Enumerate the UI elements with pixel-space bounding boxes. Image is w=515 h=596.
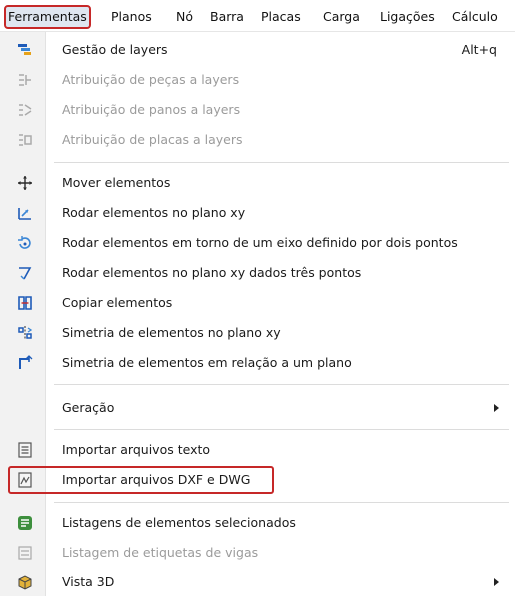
- menubar-item-placas[interactable]: Placas: [261, 7, 301, 27]
- rotate-axis-icon: [18, 236, 31, 249]
- menu-item-atribuicao-panos[interactable]: Atribuição de panos a layers: [0, 96, 515, 124]
- menu-item-label: Gestão de layers: [62, 42, 168, 57]
- menubar-item-no[interactable]: Nó: [176, 7, 193, 27]
- menu-separator: [54, 384, 509, 385]
- menu-item-listagens-elementos[interactable]: Listagens de elementos selecionados: [0, 509, 515, 537]
- menu-item-mover-elementos[interactable]: Mover elementos: [0, 169, 515, 197]
- menubar-item-ligacoes[interactable]: Ligações: [380, 7, 435, 27]
- menu-item-rodar-eixo-dois-pontos[interactable]: Rodar elementos em torno de um eixo defi…: [0, 229, 515, 257]
- menu-item-label: Simetria de elementos em relação a um pl…: [62, 355, 352, 370]
- menu-item-simetria-plano[interactable]: Simetria de elementos em relação a um pl…: [0, 349, 515, 377]
- copy-icon: [18, 296, 32, 310]
- layers-icon: [18, 44, 31, 55]
- menu-item-gestao-de-layers[interactable]: Gestão de layers Alt+q: [0, 36, 515, 64]
- menu-item-label: Geração: [62, 400, 115, 415]
- menu-item-atribuicao-placas[interactable]: Atribuição de placas a layers: [0, 126, 515, 154]
- menu-item-label: Mover elementos: [62, 175, 171, 190]
- menu-item-vista-3d[interactable]: Vista 3D: [0, 568, 515, 596]
- menu-separator: [54, 429, 509, 430]
- menu-item-copiar-elementos[interactable]: Copiar elementos: [0, 289, 515, 317]
- menu-item-rodar-plano-xy[interactable]: Rodar elementos no plano xy: [0, 199, 515, 227]
- assign-panes-icon: [19, 104, 32, 116]
- menubar-item-calculo[interactable]: Cálculo: [452, 7, 498, 27]
- submenu-arrow-icon: [494, 578, 499, 586]
- assign-plates-icon: [19, 134, 32, 146]
- menu-item-rodar-tres-pontos[interactable]: Rodar elementos no plano xy dados três p…: [0, 259, 515, 287]
- menu-item-label: Importar arquivos texto: [62, 442, 211, 457]
- view-3d-icon: [18, 575, 32, 590]
- menu-item-label: Copiar elementos: [62, 295, 173, 310]
- menu-item-label: Listagens de elementos selecionados: [62, 515, 296, 530]
- menu-item-shortcut: Alt+q: [461, 42, 497, 57]
- menu-bar: Ferramentas Planos Nó Barra Placas Carga…: [0, 0, 515, 32]
- menubar-item-barra[interactable]: Barra: [210, 7, 244, 27]
- menubar-item-planos[interactable]: Planos: [111, 7, 152, 27]
- menu-item-importar-texto[interactable]: Importar arquivos texto: [0, 436, 515, 464]
- import-text-icon: [18, 442, 32, 458]
- move-icon: [18, 176, 32, 190]
- menu-item-label: Rodar elementos no plano xy dados três p…: [62, 265, 362, 280]
- assign-parts-icon: [19, 74, 31, 86]
- menu-item-listagem-etiquetas[interactable]: Listagem de etiquetas de vigas: [0, 539, 515, 567]
- menu-item-label: Simetria de elementos no plano xy: [62, 325, 281, 340]
- menu-item-label: Listagem de etiquetas de vigas: [62, 545, 259, 560]
- ferramentas-menu: Gestão de layers Alt+q Atribuição de peç…: [0, 32, 515, 596]
- menu-item-label: Rodar elementos em torno de um eixo defi…: [62, 235, 458, 250]
- rotate-xy-icon: [18, 208, 31, 220]
- menu-separator: [54, 162, 509, 163]
- menubar-item-carga[interactable]: Carga: [323, 7, 360, 27]
- menu-item-label: Atribuição de panos a layers: [62, 102, 241, 117]
- rotate-three-points-icon: [19, 267, 32, 280]
- menubar-item-ferramentas[interactable]: Ferramentas: [4, 5, 91, 29]
- menu-item-atribuicao-pecas[interactable]: Atribuição de peças a layers: [0, 66, 515, 94]
- highlight-box: [8, 466, 274, 494]
- mirror-xy-icon: [18, 326, 33, 340]
- menu-item-geracao[interactable]: Geração: [0, 394, 515, 422]
- menu-item-label: Rodar elementos no plano xy: [62, 205, 246, 220]
- mirror-plane-icon: [19, 355, 33, 369]
- submenu-arrow-icon: [494, 404, 499, 412]
- menu-item-label: Atribuição de placas a layers: [62, 132, 243, 147]
- listing-icon: [18, 516, 32, 530]
- menu-item-label: Vista 3D: [62, 574, 115, 589]
- menu-separator: [54, 502, 509, 503]
- beam-labels-icon: [18, 546, 32, 560]
- menu-item-simetria-plano-xy[interactable]: Simetria de elementos no plano xy: [0, 319, 515, 347]
- menu-item-label: Atribuição de peças a layers: [62, 72, 240, 87]
